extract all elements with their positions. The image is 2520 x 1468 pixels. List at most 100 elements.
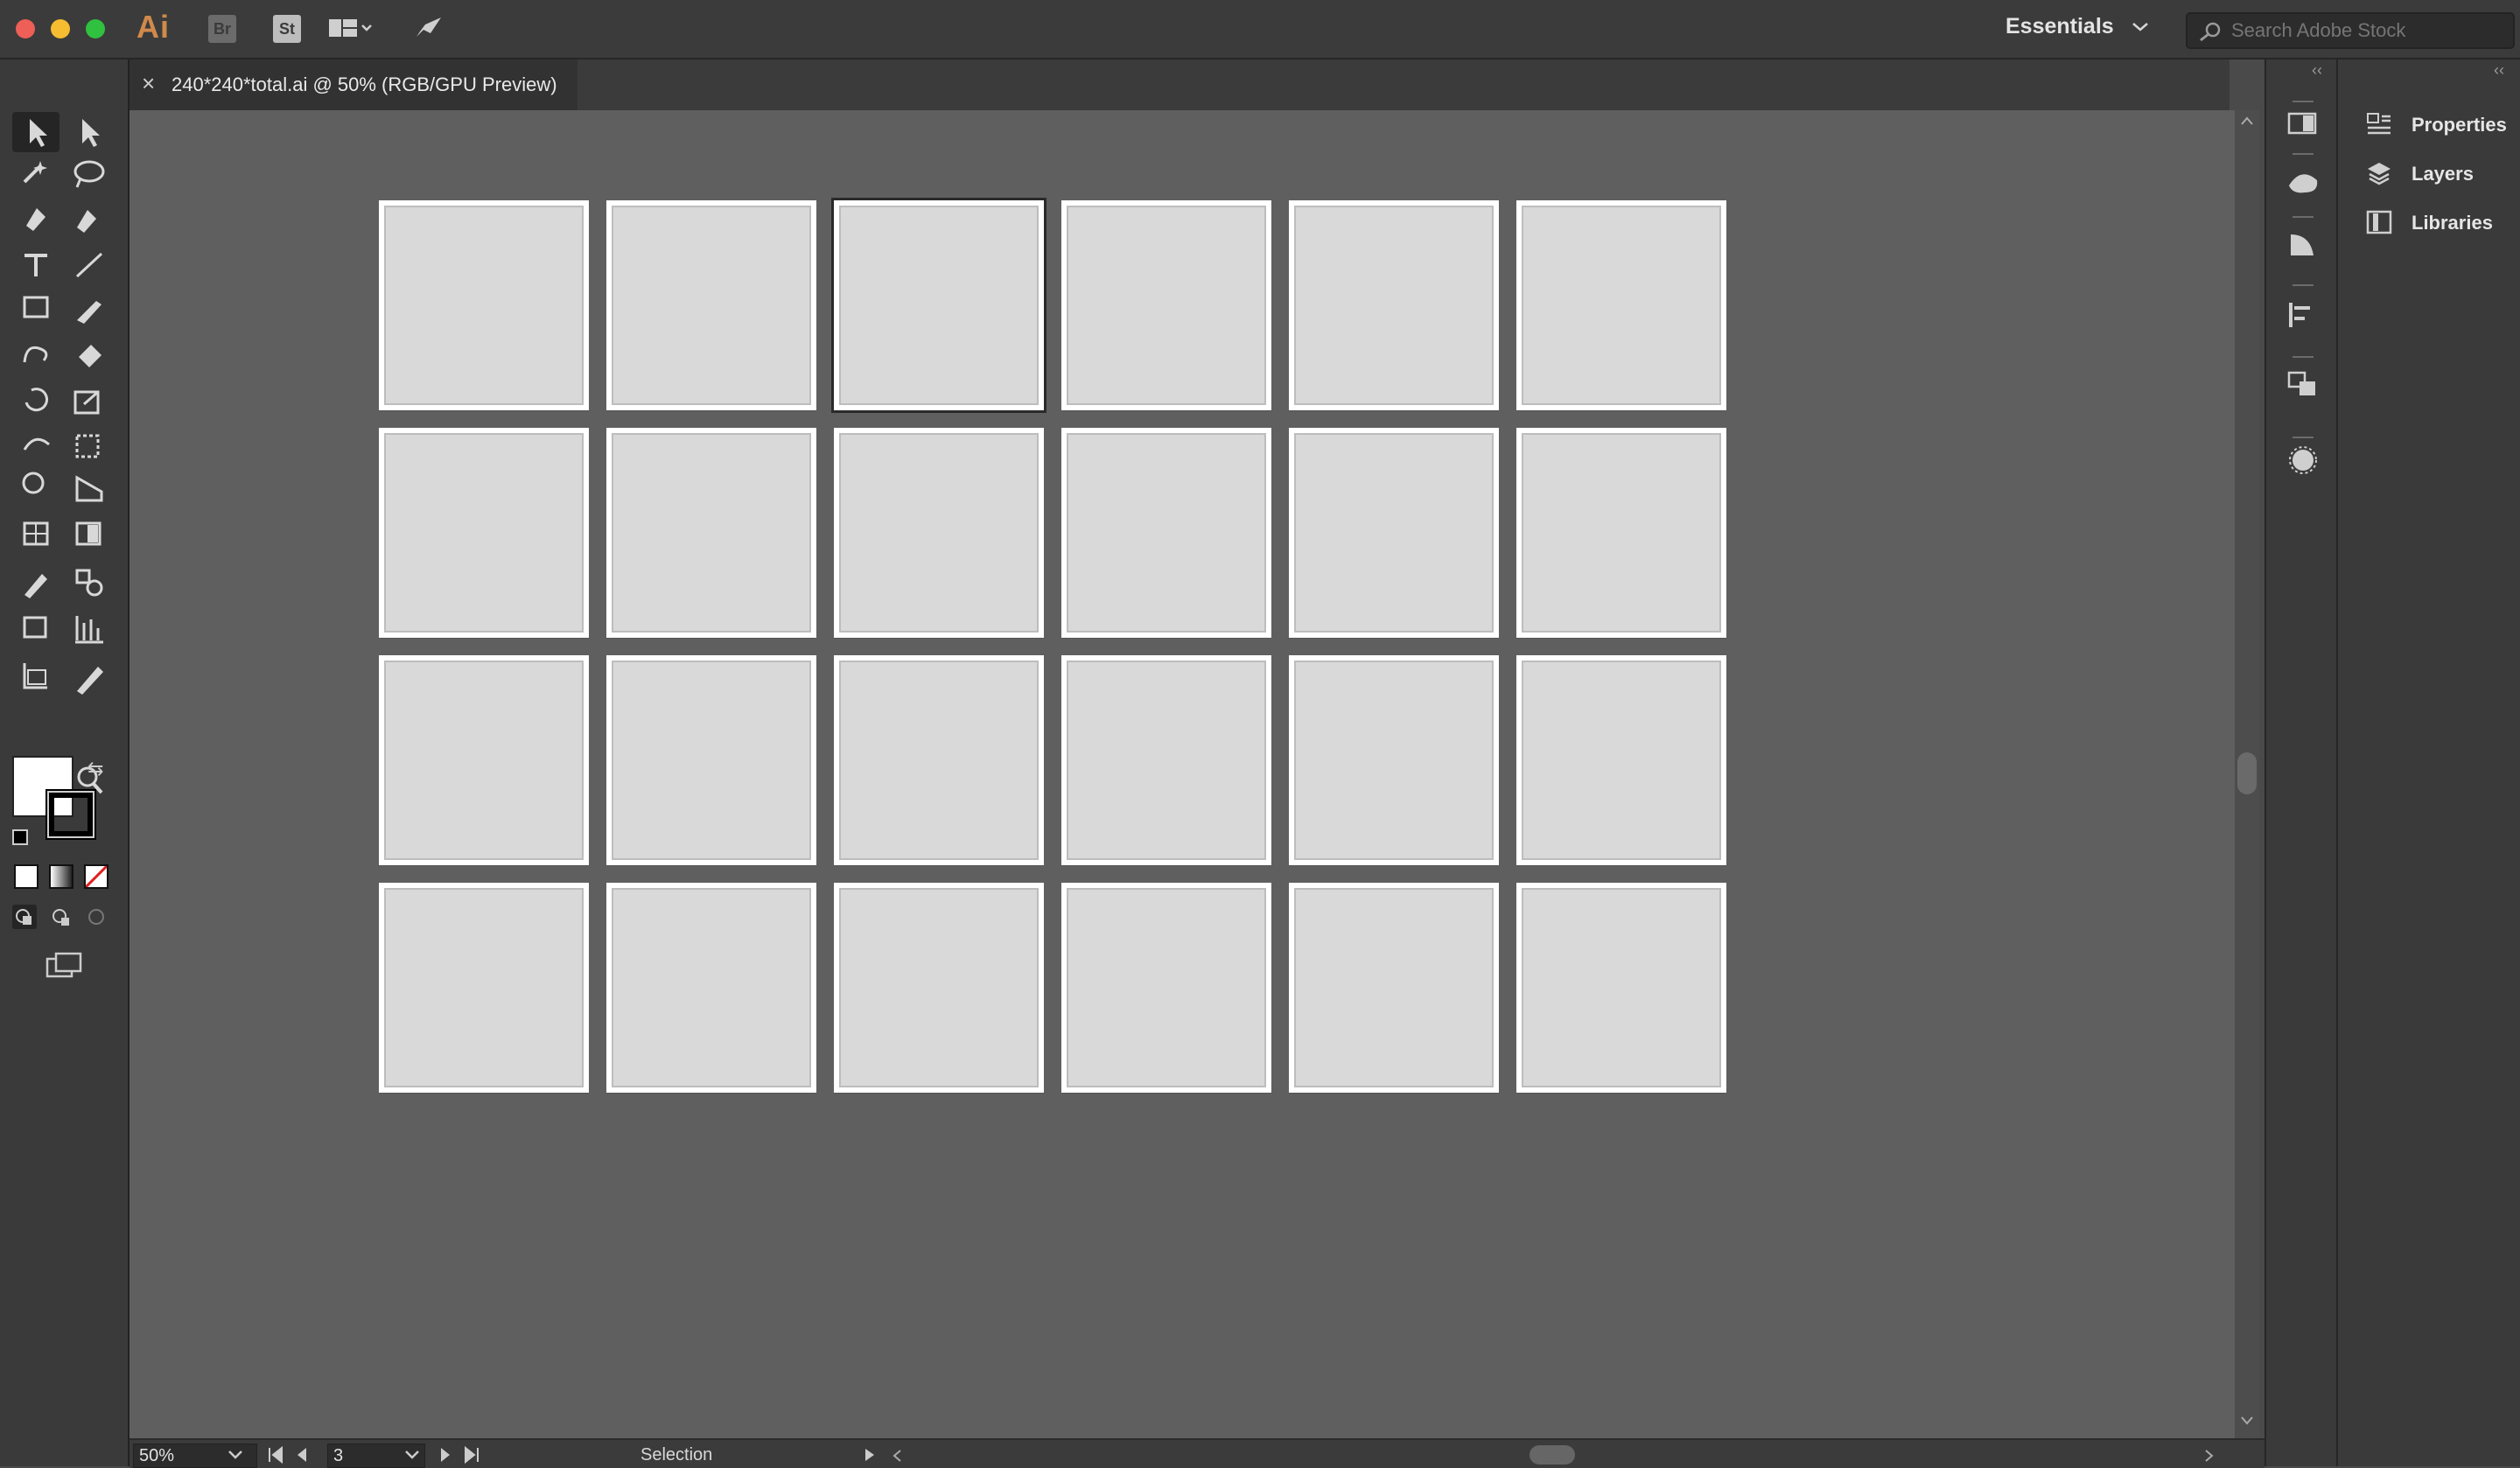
artboard[interactable] — [1289, 200, 1499, 410]
artboard[interactable] — [1516, 428, 1726, 638]
libraries-label: Libraries — [2412, 212, 2493, 234]
sticker-illustration — [384, 433, 584, 633]
artboard[interactable] — [379, 428, 589, 638]
libraries-panel-button[interactable]: Libraries — [2348, 201, 2513, 243]
artboard[interactable] — [379, 655, 589, 865]
artboard[interactable] — [1061, 883, 1271, 1093]
default-colors-icon[interactable] — [12, 829, 28, 845]
scroll-right-icon[interactable] — [2203, 1449, 2216, 1463]
artboard-dropdown-icon[interactable] — [402, 1449, 422, 1461]
sticker-illustration — [384, 888, 584, 1087]
artboard[interactable] — [834, 655, 1044, 865]
sticker-illustration — [1522, 206, 1721, 405]
artboard-nav-back-icons[interactable] — [266, 1445, 322, 1465]
artboard[interactable] — [606, 428, 816, 638]
chevron-down-icon — [2132, 23, 2148, 32]
tools-panel: ⇆ — [0, 59, 130, 1466]
application-bar: Ai Br St Essentials — [0, 0, 2520, 59]
zoom-input[interactable] — [134, 1444, 223, 1468]
artboard[interactable] — [834, 428, 1044, 638]
none-mode-icon[interactable] — [84, 864, 108, 889]
sticker-illustration — [612, 433, 811, 633]
sticker-illustration — [1294, 206, 1494, 405]
artboard[interactable] — [606, 655, 816, 865]
sticker-illustration — [1522, 661, 1721, 860]
artboard[interactable] — [379, 883, 589, 1093]
sticker-illustration — [612, 206, 811, 405]
sticker-illustration — [1522, 433, 1721, 633]
adobe-stock-search[interactable] — [2186, 12, 2515, 49]
sticker-illustration — [1067, 206, 1266, 405]
layers-icon — [2368, 163, 2390, 185]
canvas[interactable] — [130, 110, 2235, 1438]
artboard[interactable] — [606, 883, 816, 1093]
close-window-button[interactable] — [16, 19, 35, 38]
status-menu-icon[interactable] — [863, 1447, 877, 1463]
sticker-illustration — [612, 661, 811, 860]
rocket-icon — [416, 17, 441, 37]
artboard-nav-forward-icons[interactable] — [436, 1445, 492, 1465]
document-tab-bar: × 240*240*total.ai @ 50% (RGB/GPU Previe… — [130, 59, 2230, 110]
artboard[interactable] — [1289, 883, 1499, 1093]
workspace-switcher[interactable]: Essentials — [2006, 14, 2150, 39]
draw-behind-icon[interactable] — [49, 905, 74, 929]
search-input[interactable] — [2230, 19, 2504, 42]
properties-label: Properties — [2412, 114, 2507, 136]
scroll-down-icon[interactable] — [2240, 1416, 2254, 1426]
artboard[interactable] — [379, 200, 589, 410]
swap-fill-stroke-icon[interactable]: ⇆ — [88, 758, 103, 780]
artboard[interactable] — [1289, 655, 1499, 865]
close-tab-icon[interactable]: × — [142, 70, 155, 97]
sticker-illustration — [384, 661, 584, 860]
gradient-mode-icon[interactable] — [49, 864, 74, 889]
artboard[interactable] — [1061, 655, 1271, 865]
stock-button[interactable]: St — [273, 15, 301, 43]
scroll-up-icon[interactable] — [2240, 115, 2254, 126]
arrange-documents-button[interactable] — [327, 16, 373, 42]
sticker-illustration — [612, 888, 811, 1087]
document-tab[interactable]: × 240*240*total.ai @ 50% (RGB/GPU Previe… — [130, 59, 578, 110]
artboard[interactable] — [1061, 200, 1271, 410]
properties-panel-button[interactable]: Properties — [2348, 103, 2513, 145]
color-mode-icon[interactable] — [14, 864, 38, 889]
dock-icons[interactable] — [2266, 94, 2336, 549]
maximize-window-button[interactable] — [86, 19, 105, 38]
document-title: 240*240*total.ai @ 50% (RGB/GPU Preview) — [172, 73, 557, 95]
zoom-dropdown-icon[interactable] — [226, 1449, 245, 1461]
status-tool-label: Selection — [640, 1445, 713, 1465]
artboard[interactable] — [831, 198, 1046, 413]
screen-mode-icon[interactable] — [44, 950, 84, 982]
collapse-panels-icon[interactable]: ‹‹ — [2494, 61, 2504, 80]
sticker-illustration — [1522, 888, 1721, 1087]
artboard[interactable] — [1289, 428, 1499, 638]
layout-grid-icon — [329, 19, 372, 37]
vertical-scroll-thumb[interactable] — [2237, 752, 2257, 794]
draw-inside-icon[interactable] — [84, 905, 108, 929]
artboard[interactable] — [1516, 883, 1726, 1093]
artboard[interactable] — [1061, 428, 1271, 638]
artboard[interactable] — [606, 200, 816, 410]
collapsed-panels-dock: ‹‹ — [2264, 59, 2336, 1466]
horizontal-scroll-thumb[interactable] — [1530, 1445, 1575, 1465]
scroll-left-icon[interactable] — [891, 1449, 903, 1463]
stroke-swatch[interactable] — [46, 789, 96, 840]
sticker-illustration — [1067, 888, 1266, 1087]
sticker-illustration — [384, 206, 584, 405]
artboard[interactable] — [834, 883, 1044, 1093]
sticker-illustration — [1067, 433, 1266, 633]
horizontal-scrollbar[interactable] — [891, 1445, 2221, 1465]
illustrator-logo: Ai — [136, 9, 170, 45]
minimize-window-button[interactable] — [51, 19, 70, 38]
libraries-icon — [2366, 210, 2392, 234]
layers-panel-button[interactable]: Layers — [2348, 152, 2513, 194]
gpu-performance-button[interactable] — [411, 12, 446, 44]
collapse-dock-icon[interactable]: ‹‹ — [2312, 61, 2322, 80]
artboard[interactable] — [1516, 655, 1726, 865]
layers-label: Layers — [2412, 163, 2474, 185]
bridge-button[interactable]: Br — [208, 15, 236, 43]
sticker-illustration — [839, 888, 1039, 1087]
sticker-illustration — [839, 433, 1039, 633]
artboard[interactable] — [1516, 200, 1726, 410]
vertical-scrollbar[interactable] — [2235, 110, 2259, 1438]
draw-normal-icon[interactable] — [12, 905, 37, 929]
